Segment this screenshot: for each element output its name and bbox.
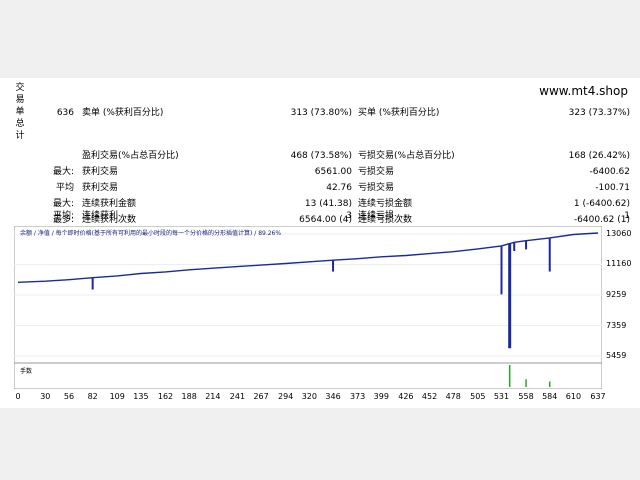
stats-row-3-c4: 亏损交易 <box>358 183 395 193</box>
stats-row-4-c3: 13 (41.38) <box>304 199 352 209</box>
stats-row-0-c1: 636 <box>56 108 74 118</box>
lots-label: 手数 <box>20 368 33 375</box>
stats-row-3-c1: 平均 <box>55 183 74 193</box>
summary-vertical-char: 计 <box>15 131 25 141</box>
stats-row-6-c1: 平均: <box>52 211 74 221</box>
stats-row-0-c4: 买单 (%获利百分比) <box>358 108 440 118</box>
stats-row-6-c3: 3 <box>346 211 352 221</box>
x-tick-label: 188 <box>181 392 197 401</box>
x-tick-label: 346 <box>325 392 341 401</box>
summary-vertical-char: 交 <box>15 83 25 93</box>
site-watermark: www.mt4.shop <box>539 84 628 98</box>
summary-vertical-char: 易 <box>15 95 25 105</box>
stats-row-1-c4: 亏损交易(%占总百分比) <box>358 151 455 161</box>
x-tick-label: 82 <box>87 392 98 401</box>
stats-row-3-c2: 获利交易 <box>82 183 119 193</box>
x-tick-label: 267 <box>253 392 269 401</box>
stats-row-0-c2: 卖单 (%获利百分比) <box>82 108 164 118</box>
y-tick-label: 13060 <box>606 229 632 238</box>
x-tick-label: 399 <box>373 392 389 401</box>
balance-chart <box>14 226 602 389</box>
y-tick-label: 11160 <box>606 259 632 269</box>
stats-row-2-c5: -6400.62 <box>589 167 630 177</box>
x-tick-label: 320 <box>301 392 317 401</box>
stats-row-3-c5: -100.71 <box>595 183 630 193</box>
y-tick-label: 5459 <box>606 351 627 360</box>
stats-row-2-c1: 最大: <box>52 167 74 177</box>
chart-caption: 余额 / 净值 / 每个即时价格(基于所有可利用的最小时段的每一个分价格的分形插… <box>20 230 282 237</box>
stats-row-4-c1: 最大: <box>52 199 74 209</box>
stats-row-6-c5: 1 <box>624 211 630 221</box>
stats-row-1-c3: 468 (73.58%) <box>290 151 352 161</box>
stats-row-6-c2: 连续获利 <box>82 211 119 221</box>
stats-row-2-c3: 6561.00 <box>314 167 352 177</box>
stats-row-2-c2: 获利交易 <box>82 167 119 177</box>
summary-vertical-char: 单 <box>15 107 25 117</box>
stats-row-2-c4: 亏损交易 <box>358 167 395 177</box>
x-tick-label: 584 <box>542 392 558 401</box>
x-tick-label: 558 <box>518 392 534 401</box>
x-tick-label: 241 <box>229 392 246 401</box>
x-tick-label: 531 <box>493 392 510 401</box>
x-tick-label: 452 <box>421 392 438 401</box>
stats-row-6-c4: 连续亏损 <box>358 211 395 221</box>
x-tick-label: 294 <box>278 392 294 401</box>
x-tick-label: 109 <box>109 392 125 401</box>
summary-vertical-char: 总 <box>15 119 25 129</box>
x-tick-label: 56 <box>63 392 75 401</box>
x-tick-label: 426 <box>398 392 414 401</box>
y-tick-label: 7359 <box>606 320 627 330</box>
y-tick-label: 9259 <box>606 290 627 299</box>
stats-row-1-c5: 168 (26.42%) <box>568 151 630 161</box>
x-tick-label: 637 <box>590 392 606 401</box>
x-tick-label: 478 <box>445 392 461 401</box>
stats-row-4-c4: 连续亏损金额 <box>358 199 413 209</box>
x-tick-label: 30 <box>40 392 51 401</box>
x-tick-label: 610 <box>565 392 582 401</box>
x-tick-label: 162 <box>157 392 174 401</box>
stats-row-0-c5: 323 (73.37%) <box>568 108 630 118</box>
x-tick-label: 214 <box>205 392 221 401</box>
summary-vertical-label: 交 易 单 总 计 <box>14 82 26 142</box>
stats-row-0-c3: 313 (73.80%) <box>290 108 352 118</box>
stats-row-1-c2: 盈利交易(%占总百分比) <box>82 151 179 161</box>
x-tick-label: 505 <box>470 392 486 401</box>
x-tick-label: 135 <box>133 392 149 401</box>
stats-row-4-c5: 1 (-6400.62) <box>573 199 630 209</box>
x-tick-label: 373 <box>349 392 366 401</box>
stats-row-3-c3: 42.76 <box>326 183 352 193</box>
x-tick-label: 0 <box>15 392 21 401</box>
stats-row-4-c2: 连续获利金额 <box>82 199 137 209</box>
